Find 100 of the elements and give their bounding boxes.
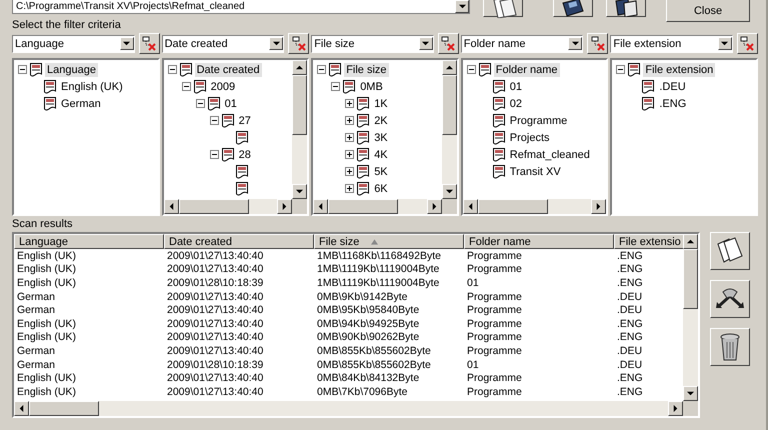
tree-item[interactable]: 2009 (208, 80, 238, 94)
scroll-right-button[interactable] (277, 199, 292, 214)
scrollbar-thumb[interactable] (683, 249, 698, 309)
path-field[interactable]: C:\Programme\Transit XV\Projects\Refmat_cleaned (12, 0, 470, 14)
tree-item[interactable]: Programme (508, 114, 570, 128)
collapse-icon[interactable] (18, 65, 27, 74)
tree-item[interactable]: 02 (508, 96, 524, 110)
tree-item[interactable]: Projects (508, 130, 552, 144)
scroll-down-button[interactable] (292, 184, 308, 199)
collapse-icon[interactable] (196, 99, 205, 108)
trash-icon (719, 332, 741, 362)
horizontal-scrollbar[interactable] (14, 401, 683, 416)
tree-item[interactable]: 3K (372, 130, 390, 144)
tree-item[interactable]: Language (45, 62, 98, 76)
clear-filter-button[interactable] (138, 33, 160, 54)
tree-item[interactable]: 2K (372, 114, 390, 128)
scroll-left-button[interactable] (164, 199, 179, 214)
expand-icon[interactable] (345, 116, 354, 125)
scroll-up-button[interactable] (683, 234, 698, 249)
tree-item[interactable]: 1K (372, 96, 390, 110)
column-header[interactable]: Folder name (464, 234, 614, 249)
table-cell-text: .DEU (616, 290, 644, 303)
scroll-down-button[interactable] (442, 184, 457, 199)
save-button[interactable] (553, 0, 593, 17)
scrollbar-thumb[interactable] (442, 75, 457, 135)
tree-item[interactable]: German (59, 96, 103, 110)
tree-item[interactable]: File extension (643, 62, 716, 76)
filter-dropdown[interactable]: Folder name (460, 34, 584, 52)
column-header[interactable]: Language (14, 234, 164, 249)
down-arrow-icon (687, 390, 694, 397)
scrollbar-thumb[interactable] (178, 199, 249, 214)
expand-icon[interactable] (345, 184, 354, 193)
vertical-scrollbar[interactable] (442, 60, 457, 199)
filter-dropdown[interactable]: Date created (162, 34, 284, 52)
tree-item[interactable]: 01 (508, 80, 524, 94)
tree-item[interactable]: 28 (236, 148, 253, 162)
tree-item[interactable]: English (UK) (59, 80, 125, 94)
left-arrow-icon (18, 405, 25, 412)
tree-item[interactable]: Date created (194, 62, 262, 76)
delete-button[interactable] (710, 328, 750, 366)
copy-button[interactable] (483, 0, 523, 17)
table-cell-text: .ENG (616, 276, 644, 289)
tree-item[interactable]: 27 (236, 114, 253, 128)
column-header[interactable]: File size (314, 234, 464, 249)
collapse-icon[interactable] (168, 65, 177, 74)
close-button[interactable]: Close (666, 0, 750, 22)
scroll-up-button[interactable] (292, 60, 308, 75)
scroll-up-button[interactable] (442, 60, 457, 75)
collapse-icon[interactable] (466, 65, 476, 74)
scroll-left-button[interactable] (462, 199, 478, 214)
collapse-icon[interactable] (182, 82, 191, 91)
table-cell-text: 2009\01\27\13:40:40 (166, 372, 264, 384)
tree-item[interactable]: 0MB (358, 80, 385, 94)
scrollbar-thumb[interactable] (292, 75, 308, 135)
scrollbar-thumb[interactable] (29, 401, 99, 416)
clear-filter-button[interactable] (587, 33, 608, 54)
expand-icon[interactable] (345, 150, 354, 159)
expand-icon[interactable] (345, 133, 354, 142)
scroll-left-button[interactable] (313, 199, 328, 214)
horizontal-scrollbar[interactable] (462, 199, 606, 214)
tree-item[interactable]: .ENG (657, 96, 688, 110)
vertical-scrollbar[interactable] (292, 60, 308, 199)
expand-icon[interactable] (345, 167, 354, 176)
filter-dropdown[interactable]: File extension (610, 34, 733, 52)
tree-item[interactable]: 4K (372, 148, 390, 162)
tree-item[interactable]: Transit XV (508, 164, 563, 178)
expand-icon[interactable] (345, 99, 354, 108)
horizontal-scrollbar[interactable] (313, 199, 442, 214)
tree-item[interactable]: Folder name (494, 62, 560, 76)
scroll-left-button[interactable] (14, 401, 29, 416)
tree-item[interactable]: 6K (372, 182, 390, 196)
collapse-icon[interactable] (331, 82, 340, 91)
collapse-icon[interactable] (210, 116, 219, 125)
scrollbar-thumb[interactable] (328, 199, 398, 214)
collapse-icon[interactable] (317, 65, 326, 74)
collapse-icon[interactable] (210, 150, 219, 159)
collapse-icon[interactable] (616, 65, 626, 74)
tree-item[interactable]: 5K (372, 164, 390, 178)
table-cell-text: English (UK) (16, 331, 77, 344)
save-as-button[interactable] (606, 0, 646, 17)
tree-item[interactable]: File size (344, 62, 389, 76)
scroll-right-button[interactable] (591, 199, 606, 214)
tree-item[interactable]: .DEU (657, 80, 688, 94)
scrollbar-corner (683, 401, 698, 416)
filter-dropdown[interactable]: File size (311, 34, 434, 52)
tree-item[interactable]: Refmat_cleaned (508, 148, 592, 162)
tree-item[interactable]: 01 (222, 96, 239, 110)
horizontal-scrollbar[interactable] (164, 199, 292, 214)
column-header[interactable]: File extensio (614, 234, 683, 249)
scroll-right-button[interactable] (426, 199, 442, 214)
clear-filter-button[interactable] (288, 33, 310, 54)
column-header[interactable]: Date created (164, 234, 314, 249)
clear-filter-button[interactable] (736, 33, 758, 54)
scroll-down-button[interactable] (683, 386, 698, 401)
clear-filter-button[interactable] (438, 33, 459, 54)
scrollbar-thumb[interactable] (478, 199, 548, 214)
merge-button[interactable] (710, 280, 750, 318)
filter-dropdown[interactable]: Language (12, 34, 135, 52)
vertical-scrollbar[interactable] (683, 234, 698, 401)
scroll-right-button[interactable] (668, 401, 683, 416)
